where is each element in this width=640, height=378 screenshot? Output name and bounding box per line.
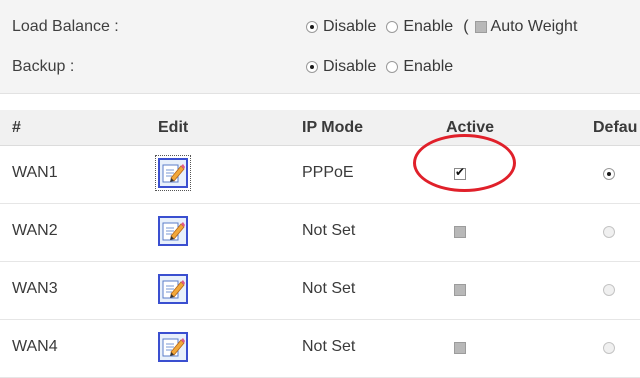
backup-disable-label: Disable: [323, 58, 377, 75]
active-checkbox: [454, 342, 466, 354]
table-row: WAN1 PPPoE: [0, 146, 640, 204]
load-balance-label: Load Balance :: [12, 18, 119, 35]
default-radio[interactable]: [603, 168, 615, 180]
header-ip-mode: IP Mode: [302, 119, 364, 136]
default-radio: [603, 342, 615, 354]
default-radio: [603, 226, 615, 238]
edit-document-icon[interactable]: [158, 216, 188, 246]
wan-settings-panel: Load Balance : Disable Enable ( Auto Wei…: [0, 0, 640, 94]
backup-row: Backup : Disable Enable: [0, 56, 640, 84]
backup-options: Disable Enable: [306, 58, 463, 76]
wan-name: WAN2: [12, 222, 58, 239]
wan-name: WAN1: [12, 164, 58, 181]
table-header: # Edit IP Mode Active Defau: [0, 110, 640, 146]
ip-mode-value: Not Set: [302, 338, 356, 355]
backup-label: Backup :: [12, 58, 75, 75]
ip-mode-value: Not Set: [302, 280, 356, 297]
wan-name: WAN3: [12, 280, 58, 297]
wan-name: WAN4: [12, 338, 58, 355]
edit-document-icon[interactable]: [158, 274, 188, 304]
header-num: #: [12, 119, 21, 136]
header-edit: Edit: [158, 119, 189, 136]
load-balance-enable-radio[interactable]: [386, 21, 399, 33]
load-balance-row: Load Balance : Disable Enable ( Auto Wei…: [0, 16, 640, 44]
table-row: WAN2 Not Set: [0, 204, 640, 262]
active-checkbox: [454, 226, 466, 238]
load-balance-enable-option[interactable]: Enable: [386, 18, 453, 36]
backup-disable-option[interactable]: Disable: [306, 58, 376, 76]
load-balance-disable-option[interactable]: Disable: [306, 18, 376, 36]
edit-document-icon[interactable]: [155, 155, 191, 191]
backup-enable-option[interactable]: Enable: [386, 58, 453, 76]
backup-disable-radio[interactable]: [306, 61, 318, 73]
auto-weight-option: Auto Weight: [474, 18, 578, 36]
backup-enable-radio[interactable]: [386, 61, 399, 73]
load-balance-options: Disable Enable ( Auto Weight: [306, 18, 587, 36]
ip-mode-value: PPPoE: [302, 164, 354, 181]
auto-weight-checkbox: [474, 21, 487, 33]
default-radio: [603, 284, 615, 296]
active-checkbox: [454, 284, 466, 296]
header-default: Defau: [593, 119, 638, 136]
table-row: WAN4 Not Set: [0, 320, 640, 378]
highlight-circle: [413, 134, 516, 192]
auto-weight-label: Auto Weight: [490, 18, 578, 35]
load-balance-disable-radio[interactable]: [306, 21, 318, 33]
ip-mode-value: Not Set: [302, 222, 356, 239]
backup-enable-label: Enable: [403, 58, 454, 75]
load-balance-disable-label: Disable: [323, 18, 377, 35]
paren-open: (: [463, 18, 469, 35]
table-row: WAN3 Not Set: [0, 262, 640, 320]
edit-document-icon[interactable]: [158, 332, 188, 362]
load-balance-enable-label: Enable: [403, 18, 454, 35]
